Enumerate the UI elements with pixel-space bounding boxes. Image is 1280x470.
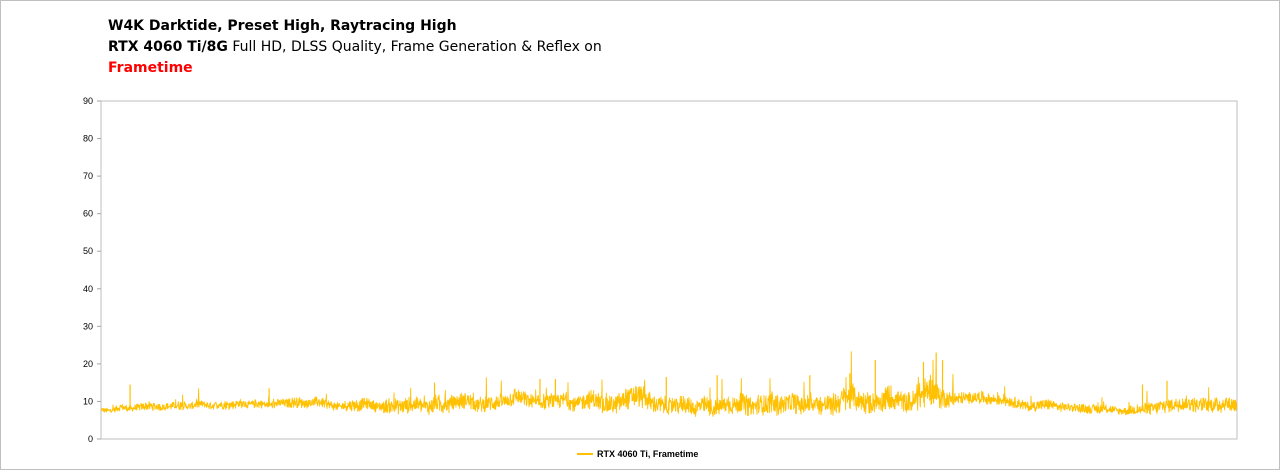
plot-area — [100, 100, 1238, 440]
y-tick-label: 80 — [83, 134, 93, 144]
y-tick-label: 30 — [83, 321, 93, 331]
series-line-0 — [100, 351, 1238, 417]
legend-swatch — [577, 453, 593, 455]
legend-label: RTX 4060 Ti, Frametime — [597, 449, 699, 459]
chart-legend: RTX 4060 Ti, Frametime — [577, 449, 698, 459]
y-tick-label: 20 — [83, 359, 93, 369]
y-tick-label: 10 — [83, 396, 93, 406]
y-tick-label: 70 — [83, 171, 93, 181]
y-tick-label: 50 — [83, 246, 93, 256]
y-tick-label: 40 — [83, 284, 93, 294]
y-tick-label: 0 — [88, 434, 93, 444]
y-tick-label: 90 — [83, 96, 93, 106]
y-tick-label: 60 — [83, 209, 93, 219]
frametime-chart: 0 10 20 30 40 50 60 70 80 90 — [83, 96, 1238, 444]
